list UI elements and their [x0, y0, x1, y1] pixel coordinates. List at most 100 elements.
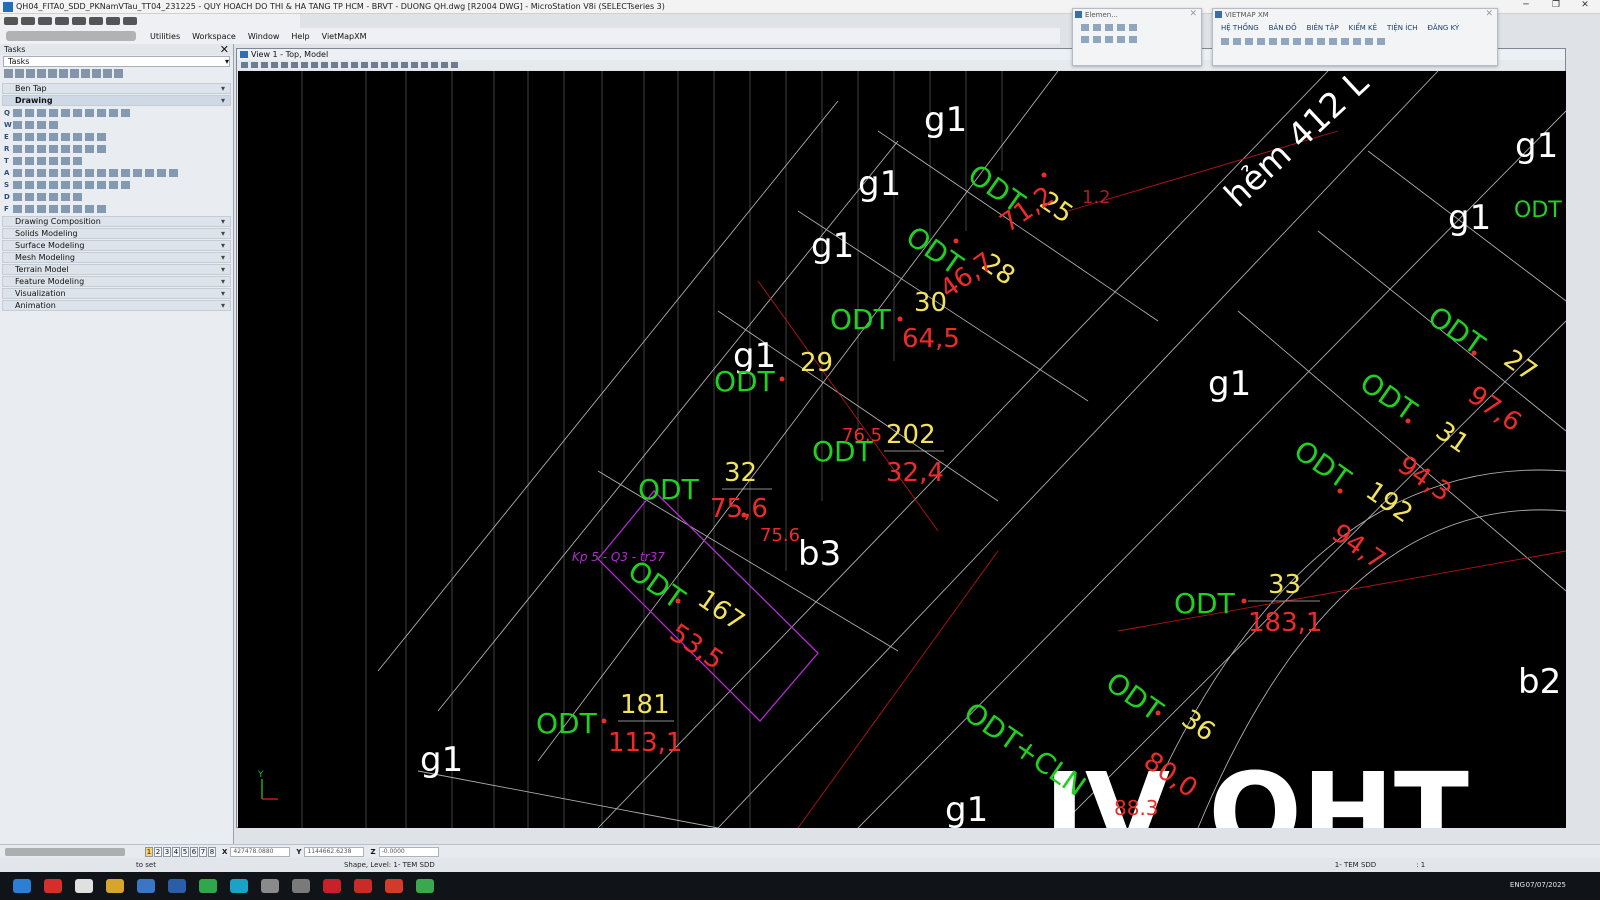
task-tool-icon[interactable] — [81, 69, 90, 78]
section-ben-tap[interactable]: Ben Tap — [2, 83, 231, 94]
drawing-tool-icon[interactable] — [49, 205, 58, 213]
drawing-tool-icon[interactable] — [49, 109, 58, 117]
drawing-tool-icon[interactable] — [85, 169, 94, 177]
tool-icon[interactable] — [1129, 35, 1137, 43]
drawing-tool-icon[interactable] — [37, 193, 46, 201]
tool-icon[interactable] — [1093, 23, 1101, 31]
toolbar-button[interactable] — [4, 17, 18, 25]
drawing-tool-icon[interactable] — [85, 205, 94, 213]
drawing-tool-icon[interactable] — [61, 205, 70, 213]
drawing-tool-icon[interactable] — [97, 145, 106, 153]
tool-icon[interactable] — [1081, 35, 1089, 43]
menu-help[interactable]: Help — [285, 32, 315, 41]
tool-icon[interactable] — [1105, 35, 1113, 43]
view-toggle-6[interactable]: 6 — [190, 846, 198, 857]
drawing-tool-icon[interactable] — [13, 205, 22, 213]
folder-icon[interactable] — [106, 879, 124, 893]
drawing-tool-icon[interactable] — [25, 157, 34, 165]
view-tool-icon[interactable] — [341, 62, 348, 68]
tool-icon[interactable] — [1353, 37, 1361, 45]
toolbar-button[interactable] — [123, 17, 137, 25]
drawing-tool-icon[interactable] — [25, 133, 34, 141]
drawing-tool-icon[interactable] — [37, 181, 46, 189]
drawing-tool-icon[interactable] — [109, 181, 118, 189]
vietmap-menu-kiem-ke[interactable]: KIỂM KÊ — [1349, 24, 1377, 32]
drawing-tool-icon[interactable] — [37, 205, 46, 213]
tool-icon[interactable] — [1317, 37, 1325, 45]
phone-icon[interactable] — [292, 879, 310, 893]
section-visualization[interactable]: Visualization — [2, 288, 231, 299]
tool-icon[interactable] — [1221, 37, 1229, 45]
drawing-tool-icon[interactable] — [61, 145, 70, 153]
drawing-tool-icon[interactable] — [25, 169, 34, 177]
section-animation[interactable]: Animation — [2, 300, 231, 311]
task-tool-icon[interactable] — [26, 69, 35, 78]
vietmap-menu-ban-do[interactable]: BẢN ĐỒ — [1269, 24, 1297, 32]
app-icon[interactable] — [137, 879, 155, 893]
menu-window[interactable]: Window — [242, 32, 286, 41]
task-tool-icon[interactable] — [103, 69, 112, 78]
drawing-tool-icon[interactable] — [13, 193, 22, 201]
drawing-tool-icon[interactable] — [49, 193, 58, 201]
view-tool-icon[interactable] — [381, 62, 388, 68]
drawing-tool-icon[interactable] — [37, 109, 46, 117]
drawing-tool-icon[interactable] — [13, 109, 22, 117]
drawing-tool-icon[interactable] — [73, 109, 82, 117]
z-coordinate-field[interactable]: -0.0000 — [378, 846, 439, 857]
section-drawing[interactable]: Drawing — [2, 95, 231, 106]
view-tool-icon[interactable] — [251, 62, 258, 68]
tool-icon[interactable] — [1305, 37, 1313, 45]
view-tool-icon[interactable] — [441, 62, 448, 68]
view-toggle-2[interactable]: 2 — [154, 846, 162, 857]
drawing-tool-icon[interactable] — [73, 181, 82, 189]
task-tool-icon[interactable] — [70, 69, 79, 78]
view-toggle-8[interactable]: 8 — [208, 846, 216, 857]
view-tool-icon[interactable] — [311, 62, 318, 68]
toolbar-button[interactable] — [72, 17, 86, 25]
drawing-tool-icon[interactable] — [73, 205, 82, 213]
view-toggle-7[interactable]: 7 — [199, 846, 207, 857]
close-icon[interactable]: ✕ — [1189, 9, 1197, 19]
drawing-tool-icon[interactable] — [61, 109, 70, 117]
tool-icon[interactable] — [1081, 23, 1089, 31]
microstation-icon[interactable] — [168, 879, 186, 893]
drawing-tool-icon[interactable] — [61, 193, 70, 201]
close-button[interactable]: ✕ — [1570, 0, 1600, 14]
view-tool-icon[interactable] — [281, 62, 288, 68]
view-tool-icon[interactable] — [431, 62, 438, 68]
drawing-tool-icon[interactable] — [49, 181, 58, 189]
drawing-tool-icon[interactable] — [133, 169, 142, 177]
drawing-tool-icon[interactable] — [37, 157, 46, 165]
drawing-tool-icon[interactable] — [121, 169, 130, 177]
task-tool-icon[interactable] — [48, 69, 57, 78]
tool-icon[interactable] — [1245, 37, 1253, 45]
drawing-tool-icon[interactable] — [145, 169, 154, 177]
drawing-tool-icon[interactable] — [25, 193, 34, 201]
vietmap-menu-bien-tap[interactable]: BIÊN TẬP — [1307, 24, 1339, 32]
drawing-tool-icon[interactable] — [49, 121, 58, 129]
x-coordinate-field[interactable]: 427478.0880 — [230, 846, 291, 857]
drawing-tool-icon[interactable] — [13, 121, 22, 129]
drawing-tool-icon[interactable] — [49, 133, 58, 141]
drawing-tool-icon[interactable] — [61, 133, 70, 141]
drawing-tool-icon[interactable] — [37, 121, 46, 129]
active-level[interactable]: 1- TEM SDD — [1335, 861, 1376, 869]
drawing-tool-icon[interactable] — [13, 157, 22, 165]
vietmap-menu-he-thong[interactable]: HỆ THỐNG — [1221, 24, 1259, 32]
view-tool-icon[interactable] — [321, 62, 328, 68]
drawing-tool-icon[interactable] — [121, 109, 130, 117]
vietmap-menu-dang-ky[interactable]: ĐĂNG KÝ — [1427, 24, 1459, 32]
app-red-icon[interactable] — [385, 879, 403, 893]
drawing-tool-icon[interactable] — [13, 181, 22, 189]
drawing-tool-icon[interactable] — [97, 133, 106, 141]
task-tool-icon[interactable] — [59, 69, 68, 78]
view-toggle-3[interactable]: 3 — [163, 846, 171, 857]
view-tool-icon[interactable] — [271, 62, 278, 68]
drawing-tool-icon[interactable] — [73, 169, 82, 177]
toolbar-button[interactable] — [38, 17, 52, 25]
view-tool-icon[interactable] — [371, 62, 378, 68]
drawing-tool-icon[interactable] — [49, 169, 58, 177]
menu-workspace[interactable]: Workspace — [186, 32, 242, 41]
drawing-tool-icon[interactable] — [37, 133, 46, 141]
section-feature-modeling[interactable]: Feature Modeling — [2, 276, 231, 287]
